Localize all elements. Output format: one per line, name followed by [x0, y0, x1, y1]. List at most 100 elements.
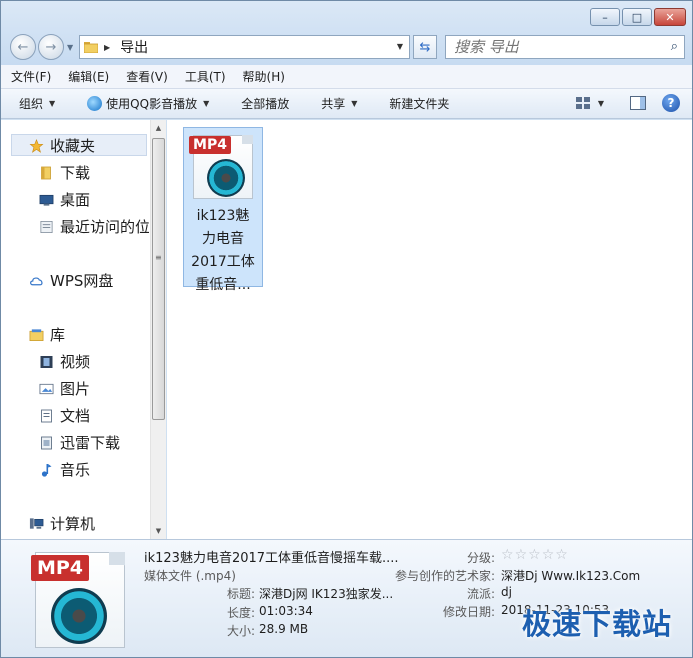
star-icon[interactable]: ☆ [528, 547, 541, 563]
breadcrumb-arrow-icon[interactable]: ▶ [104, 43, 110, 52]
new-folder-button[interactable]: 新建文件夹 [389, 95, 449, 112]
help-icon[interactable]: ? [662, 94, 680, 112]
nav-music[interactable]: 音乐 [39, 459, 149, 480]
nav-desktop-label: 桌面 [60, 191, 91, 209]
details-mp4-icon: MP4 [31, 552, 125, 648]
folder-icon [84, 42, 98, 53]
page-fold-shape [242, 135, 253, 144]
play-with-qq-button[interactable]: 使用QQ影音播放 ▼ [87, 95, 209, 112]
share-button[interactable]: 共享 ▼ [321, 95, 357, 112]
command-bar-right: ▼ ? [575, 94, 680, 112]
star-icon [29, 138, 44, 153]
menu-bar: 文件(F) 编辑(E) 查看(V) 工具(T) 帮助(H) [1, 65, 692, 89]
nav-pictures[interactable]: 图片 [39, 378, 149, 399]
details-file-type: 媒体文件 (.mp4) [144, 569, 236, 583]
details-modified-label: 修改日期: [442, 605, 495, 619]
star-icon[interactable]: ☆ [501, 547, 514, 563]
navigation-pane: 收藏夹 下载 桌面 最近访问的位置 WPS网盘 库 视频 图片 [1, 120, 166, 539]
search-input[interactable] [454, 38, 654, 56]
nav-documents[interactable]: 文档 [39, 405, 149, 426]
nav-music-label: 音乐 [60, 461, 91, 479]
title-bar: – □ ✕ ← → ▼ ▶ 导出 ▼ ⇆ ⌕ [1, 1, 692, 65]
nav-videos[interactable]: 视频 [39, 351, 149, 372]
scroll-grip-icon: ≡ [155, 253, 162, 262]
details-pane: MP4 ik123魅力电音2017工体重低音慢摇车载.... 媒体文件 (.mp… [1, 539, 692, 657]
nav-wps[interactable]: WPS网盘 [29, 270, 149, 291]
scroll-up-icon[interactable]: ▲ [151, 120, 166, 136]
qq-player-icon [87, 96, 103, 111]
star-icon[interactable]: ☆ [542, 547, 555, 563]
nav-downloads[interactable]: 下载 [39, 162, 149, 183]
address-dropdown-icon[interactable]: ▼ [397, 42, 403, 51]
document-icon [41, 409, 52, 422]
search-box[interactable]: ⌕ [445, 35, 685, 59]
explorer-window: – □ ✕ ← → ▼ ▶ 导出 ▼ ⇆ ⌕ 文件(F) 编辑(E) 查看(V) [0, 0, 693, 658]
file-name-line: 重低音... [195, 277, 251, 293]
chevron-down-icon: ▼ [351, 99, 358, 108]
details-title-label: 标题: [226, 587, 255, 601]
details-artist-value[interactable]: 深港Dj Www.Ik123.Com [501, 567, 640, 584]
refresh-button[interactable]: ⇆ [413, 35, 437, 59]
details-filename: ik123魅力电音2017工体重低音慢摇车载.... [144, 551, 399, 566]
details-mp4-badge: MP4 [31, 555, 89, 581]
nav-desktop[interactable]: 桌面 [39, 189, 149, 210]
details-rating-label: 分级: [466, 551, 495, 565]
music-icon [41, 463, 52, 477]
nav-computer[interactable]: 计算机 [29, 513, 149, 534]
nav-library[interactable]: 库 [29, 324, 149, 345]
address-bar[interactable]: ▶ 导出 ▼ [79, 35, 410, 59]
organize-button[interactable]: 组织 ▼ [19, 95, 55, 112]
view-options-icon[interactable] [575, 97, 590, 109]
menu-edit[interactable]: 编辑(E) [68, 68, 109, 85]
minimize-button[interactable]: – [590, 8, 620, 26]
close-button[interactable]: ✕ [654, 8, 686, 26]
nav-computer-label: 计算机 [50, 515, 96, 533]
mp4-file-icon: MP4 [189, 135, 253, 199]
star-icon[interactable]: ☆ [515, 547, 528, 563]
menu-help[interactable]: 帮助(H) [243, 68, 285, 85]
nav-buttons: ← → ▼ [10, 34, 73, 60]
details-size-label: 大小: [226, 624, 255, 638]
nav-recent[interactable]: 最近访问的位置 [39, 216, 149, 237]
breadcrumb-current[interactable]: 导出 [120, 37, 148, 57]
view-dropdown-icon[interactable]: ▼ [598, 99, 604, 108]
back-button[interactable]: ← [10, 34, 36, 60]
details-length-value: 01:03:34 [259, 604, 313, 618]
play-all-button[interactable]: 全部播放 [241, 95, 289, 112]
details-artist-label: 参与创作的艺术家: [394, 569, 495, 583]
nav-scrollbar[interactable]: ▲ ≡ ▼ [150, 120, 166, 539]
menu-tools[interactable]: 工具(T) [185, 68, 226, 85]
star-icon[interactable]: ☆ [555, 547, 568, 563]
back-arrow-icon: ← [17, 39, 29, 55]
nav-recent-label: 最近访问的位置 [60, 218, 149, 236]
forward-button[interactable]: → [38, 34, 64, 60]
file-name-line: 力电音 [202, 231, 244, 247]
recent-pages-dropdown[interactable]: ▼ [67, 43, 73, 52]
nav-thunder[interactable]: 迅雷下载 [39, 432, 149, 453]
minimize-icon: – [602, 10, 608, 24]
share-label: 共享 [321, 97, 346, 111]
menu-view[interactable]: 查看(V) [126, 68, 168, 85]
file-item-mp4[interactable]: MP4 ik123魅 力电音 2017工体 重低音... [183, 127, 263, 293]
rating-stars[interactable]: ☆ ☆ ☆ ☆ ☆ [501, 547, 568, 563]
nav-documents-label: 文档 [60, 407, 91, 425]
details-genre-value[interactable]: dj [501, 585, 512, 599]
details-genre-label: 流派: [466, 587, 495, 601]
chevron-down-icon: ▼ [49, 99, 56, 108]
caption-buttons: – □ ✕ [590, 8, 686, 26]
recent-places-icon [40, 220, 53, 233]
scroll-down-icon[interactable]: ▼ [151, 523, 166, 539]
maximize-button[interactable]: □ [622, 8, 652, 26]
watermark-logo: 极速下载站 [521, 607, 672, 641]
search-icon[interactable]: ⌕ [671, 39, 678, 54]
video-icon [40, 355, 53, 368]
details-title-value[interactable]: 深港Dj网 IK123独家发... [259, 585, 393, 602]
cloud-icon [30, 276, 43, 285]
menu-file[interactable]: 文件(F) [11, 68, 51, 85]
file-list-area: MP4 ik123魅 力电音 2017工体 重低音... [167, 120, 692, 539]
file-name-line: ik123魅 [196, 208, 250, 224]
nav-favorites[interactable]: 收藏夹 [29, 135, 149, 156]
media-disc-icon [207, 159, 245, 197]
preview-pane-icon[interactable] [630, 96, 646, 110]
scroll-thumb[interactable] [152, 138, 165, 420]
